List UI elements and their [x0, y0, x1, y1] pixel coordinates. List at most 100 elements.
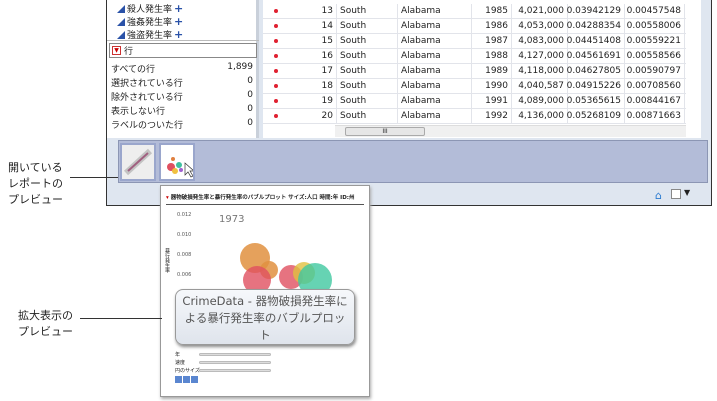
left-panel: 殺人発生率 + 強姦発生率 + 強盗発生率 + ▼ 行 すべての行 1,899 選択されてい…: [107, 0, 259, 138]
table-cell[interactable]: South: [337, 49, 398, 63]
table-cell[interactable]: Alabama: [398, 64, 472, 78]
table-cell[interactable]: 0.00558006: [625, 19, 685, 33]
table-cell[interactable]: 1989: [472, 64, 512, 78]
table-row[interactable]: 20 South Alabama 1992 4,136,000 0.05268109 0.0…: [263, 109, 686, 124]
slider-label: 円のサイズ: [175, 368, 200, 374]
animation-controls: [175, 376, 198, 383]
table-cell[interactable]: Alabama: [398, 94, 472, 108]
table-cell[interactable]: 19: [263, 94, 337, 108]
table-cell[interactable]: 0.03942129: [567, 4, 625, 18]
table-cell[interactable]: 4,127,000: [512, 49, 568, 63]
red-triangle-menu-icon[interactable]: ▼: [112, 46, 121, 55]
home-icon[interactable]: ⌂: [655, 189, 662, 202]
table-cell[interactable]: 1992: [472, 109, 512, 123]
table-row[interactable]: 18 South Alabama 1990 4,040,587 0.04915226 0.0…: [263, 79, 686, 94]
report-thumbnail-bubble[interactable]: [159, 143, 195, 181]
table-cell[interactable]: 4,118,000: [512, 64, 568, 78]
table-cell[interactable]: 0.04451408: [567, 34, 625, 48]
table-cell[interactable]: 4,021,000: [512, 4, 568, 18]
table-cell[interactable]: South: [337, 94, 398, 108]
table-cell[interactable]: 1987: [472, 34, 512, 48]
table-cell[interactable]: South: [337, 109, 398, 123]
column-item[interactable]: 強盗発生率 +: [117, 28, 183, 41]
step-back-button[interactable]: [175, 376, 182, 383]
table-cell[interactable]: Alabama: [398, 19, 472, 33]
table-cell[interactable]: 14: [263, 19, 337, 33]
table-cell[interactable]: 18: [263, 79, 337, 93]
table-row[interactable]: 15 South Alabama 1987 4,083,000 0.04451408 0.0…: [263, 34, 686, 49]
table-row[interactable]: 19 South Alabama 1991 4,089,000 0.05365615 0.0…: [263, 94, 686, 109]
slider-label: 速度: [175, 360, 186, 366]
table-cell[interactable]: 0.04627805: [567, 64, 625, 78]
table-cell[interactable]: 1988: [472, 49, 512, 63]
stat-label: すべての行: [111, 65, 156, 75]
column-item[interactable]: 殺人発生率 +: [117, 2, 183, 15]
stat-label: ラベルのついた行: [111, 121, 184, 131]
scroll-thumb[interactable]: III: [345, 127, 425, 136]
table-cell[interactable]: 1990: [472, 79, 512, 93]
table-cell[interactable]: Alabama: [398, 79, 472, 93]
table-cell[interactable]: 4,089,000: [512, 94, 568, 108]
table-cell[interactable]: 1991: [472, 94, 512, 108]
callout-open-reports: 開いている レポートの プレビュー: [8, 161, 63, 206]
table-cell[interactable]: 0.05365615: [567, 94, 625, 108]
step-forward-button[interactable]: [191, 376, 198, 383]
table-cell[interactable]: 0.00559221: [625, 34, 685, 48]
row-stat: 除外されている行 0: [111, 90, 253, 103]
table-cell[interactable]: 0.00708560: [625, 79, 685, 93]
enlarged-preview-popup[interactable]: ▾ 器物破損発生率と暴行発生率のバブルプロット サイズ:人口 時間:年 ID:州…: [160, 185, 370, 397]
table-row[interactable]: 13 South Alabama 1985 4,021,000 0.03942129 0.0…: [263, 4, 686, 19]
table-row[interactable]: 16 South Alabama 1988 4,127,000 0.04561691 0.0…: [263, 49, 686, 64]
rows-header[interactable]: ▼ 行: [109, 43, 257, 58]
table-cell[interactable]: 4,083,000: [512, 34, 568, 48]
horizontal-scrollbar[interactable]: III: [335, 125, 686, 137]
continuous-icon: [117, 4, 125, 13]
window-list-icon[interactable]: [671, 189, 681, 199]
table-row[interactable]: 14 South Alabama 1986 4,053,000 0.04288354 0.0…: [263, 19, 686, 34]
table-cell[interactable]: Alabama: [398, 109, 472, 123]
play-button[interactable]: [183, 376, 190, 383]
table-cell[interactable]: 1986: [472, 19, 512, 33]
table-cell[interactable]: 20: [263, 109, 337, 123]
slider[interactable]: [199, 353, 271, 356]
continuous-icon: [117, 17, 125, 26]
table-cell[interactable]: 0.00590797: [625, 64, 685, 78]
table-cell[interactable]: South: [337, 64, 398, 78]
table-cell[interactable]: Alabama: [398, 49, 472, 63]
table-cell[interactable]: 0.00871663: [625, 109, 685, 123]
column-item[interactable]: 強姦発生率 +: [117, 15, 183, 28]
slider[interactable]: [199, 361, 271, 364]
callout-line: [80, 318, 162, 319]
table-row[interactable]: 17 South Alabama 1989 4,118,000 0.04627805 0.0…: [263, 64, 686, 79]
table-cell[interactable]: 4,040,587: [512, 79, 568, 93]
table-cell[interactable]: 0.04915226: [567, 79, 625, 93]
table-cell[interactable]: South: [337, 19, 398, 33]
table-cell[interactable]: 16: [263, 49, 337, 63]
table-cell[interactable]: 0.00558566: [625, 49, 685, 63]
stat-label: 表示しない行: [111, 107, 166, 117]
table-cell[interactable]: 4,053,000: [512, 19, 568, 33]
report-thumbnail-scatter3d[interactable]: [120, 143, 156, 181]
table-cell[interactable]: 17: [263, 64, 337, 78]
slider[interactable]: [199, 369, 271, 372]
table-cell[interactable]: Alabama: [398, 34, 472, 48]
table-cell[interactable]: 13: [263, 4, 337, 18]
table-cell[interactable]: Alabama: [398, 4, 472, 18]
table-cell[interactable]: 0.00844167: [625, 94, 685, 108]
table-cell[interactable]: 15: [263, 34, 337, 48]
table-cell[interactable]: 0.05268109: [567, 109, 625, 123]
table-cell[interactable]: 1985: [472, 4, 512, 18]
table-cell[interactable]: South: [337, 79, 398, 93]
dropdown-arrow-icon[interactable]: ▼: [684, 188, 690, 197]
table-cell[interactable]: 0.04288354: [567, 19, 625, 33]
table-cell[interactable]: 4,136,000: [512, 109, 568, 123]
table-cell[interactable]: South: [337, 4, 398, 18]
row-marker-icon: [274, 99, 278, 103]
preview-y-label: 暴行発生率: [164, 248, 170, 273]
row-marker-icon: [274, 114, 278, 118]
row-stat: ラベルのついた行 0: [111, 118, 253, 131]
table-cell[interactable]: 0.00457548: [625, 4, 685, 18]
column-label: 強姦発生率: [127, 18, 173, 28]
table-cell[interactable]: South: [337, 34, 398, 48]
table-cell[interactable]: 0.04561691: [567, 49, 625, 63]
